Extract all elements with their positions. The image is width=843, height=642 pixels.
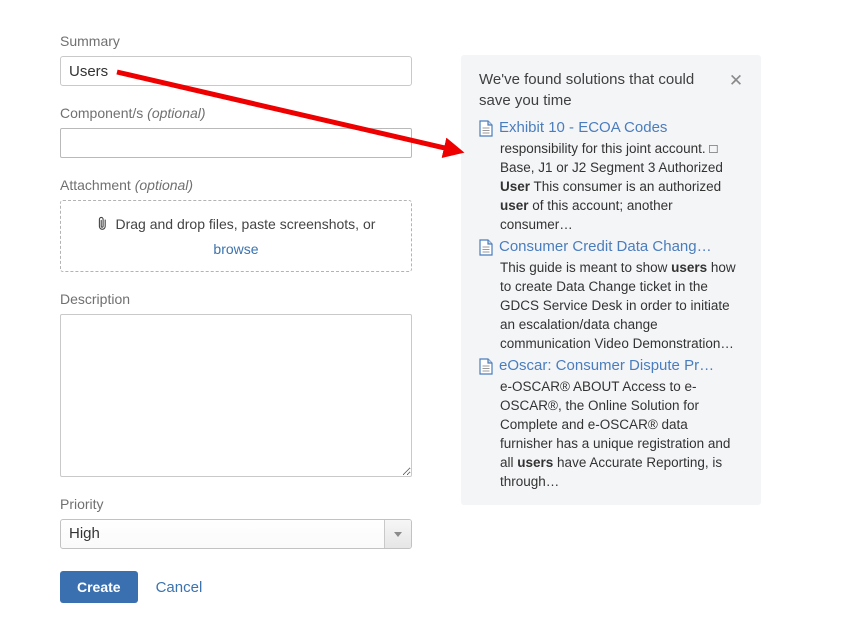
summary-field-group: Summary [60, 32, 412, 86]
paperclip-icon [97, 216, 108, 238]
priority-select-wrapper: High [60, 519, 412, 549]
attachment-dropzone-text-row: Drag and drop files, paste screenshots, … [97, 213, 376, 238]
create-issue-form: Summary Component/s (optional) Attachmen… [60, 32, 412, 603]
solutions-panel-title: We've found solutions that could save yo… [479, 71, 695, 109]
components-label-text: Component/s [60, 105, 144, 121]
solution-link[interactable]: Exhibit 10 - ECOA Codes [499, 117, 667, 138]
solution-title-row: Exhibit 10 - ECOA Codes [479, 117, 743, 138]
attachment-browse-link[interactable]: browse [213, 238, 258, 260]
solution-item: eOscar: Consumer Dispute Pr… e-OSCAR® ABO… [479, 355, 743, 491]
attachment-field-group: Attachment (optional) Drag and drop file… [60, 176, 412, 272]
solutions-list: Exhibit 10 - ECOA Codes responsibility fo… [479, 117, 743, 491]
solution-snippet: e-OSCAR® ABOUT Access to e-OSCAR®, the O… [500, 379, 731, 489]
attachment-label: Attachment (optional) [60, 176, 412, 194]
document-icon [479, 358, 493, 375]
close-icon[interactable]: ✕ [727, 72, 745, 90]
description-textarea[interactable] [60, 314, 412, 477]
priority-selected-value: High [69, 525, 100, 542]
chevron-down-icon [394, 531, 402, 537]
priority-dropdown-button[interactable] [384, 520, 411, 548]
attachment-dropzone[interactable]: Drag and drop files, paste screenshots, … [60, 200, 412, 272]
attachment-optional-text: (optional) [134, 177, 194, 193]
cancel-link[interactable]: Cancel [156, 579, 203, 596]
priority-label-text: Priority [60, 496, 104, 512]
solution-title-row: eOscar: Consumer Dispute Pr… [479, 355, 743, 376]
attachment-dropzone-text: Drag and drop files, paste screenshots, … [115, 215, 376, 232]
components-optional-text: (optional) [147, 105, 206, 121]
form-actions: Create Cancel [60, 571, 412, 603]
solutions-panel: We've found solutions that could save yo… [461, 55, 761, 505]
attachment-label-text: Attachment [60, 177, 131, 193]
document-icon [479, 239, 493, 256]
summary-label: Summary [60, 32, 412, 50]
solution-link[interactable]: eOscar: Consumer Dispute Pr… [499, 355, 714, 376]
components-label: Component/s (optional) [60, 104, 412, 122]
priority-select[interactable]: High [60, 519, 412, 549]
document-icon [479, 120, 493, 137]
create-button[interactable]: Create [60, 571, 138, 603]
description-field-group: Description [60, 290, 412, 477]
summary-input[interactable] [60, 56, 412, 86]
priority-label: Priority [60, 495, 412, 513]
solution-snippet: responsibility for this joint account. □… [500, 141, 723, 232]
solution-item: Consumer Credit Data Chang… This guide is… [479, 236, 743, 353]
solution-title-row: Consumer Credit Data Chang… [479, 236, 743, 257]
solution-link[interactable]: Consumer Credit Data Chang… [499, 236, 712, 257]
components-input[interactable] [60, 128, 412, 158]
solution-item: Exhibit 10 - ECOA Codes responsibility fo… [479, 117, 743, 234]
summary-label-text: Summary [60, 33, 120, 49]
components-field-group: Component/s (optional) [60, 104, 412, 158]
priority-field-group: Priority High [60, 495, 412, 549]
description-label: Description [60, 290, 412, 308]
solution-snippet: This guide is meant to show users how to… [500, 260, 736, 351]
description-label-text: Description [60, 291, 131, 307]
solutions-panel-header: We've found solutions that could save yo… [479, 69, 743, 111]
